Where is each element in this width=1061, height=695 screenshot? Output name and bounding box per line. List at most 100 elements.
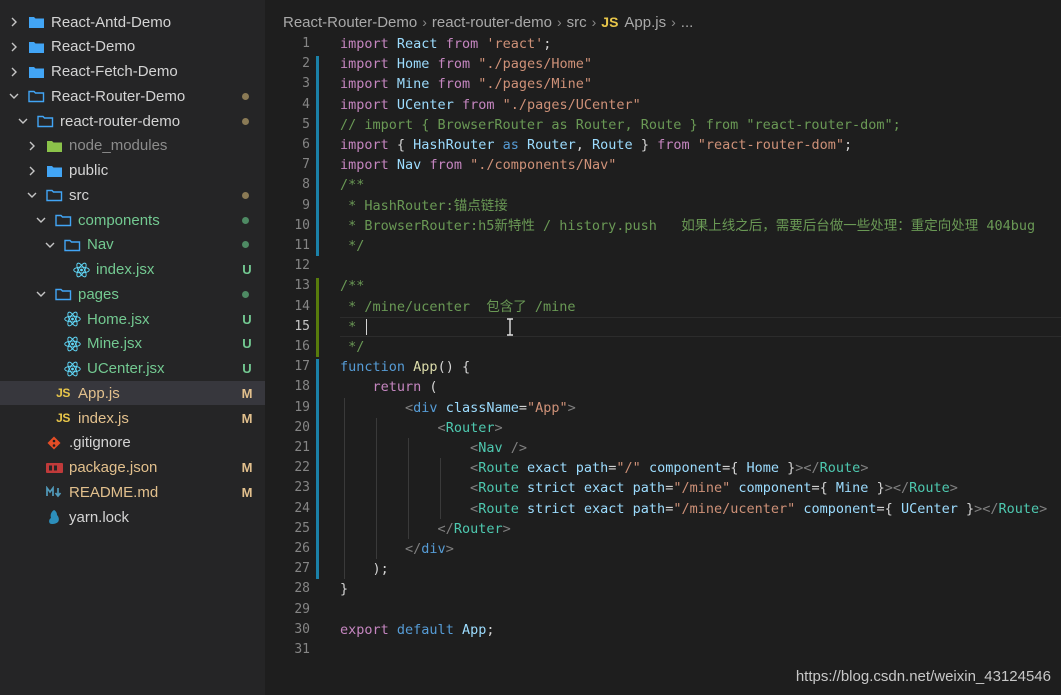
tree-item[interactable]: package.json M: [0, 456, 265, 480]
folder-icon: [45, 163, 63, 179]
breadcrumb-item[interactable]: src: [567, 14, 587, 31]
chevron-down-icon[interactable]: [36, 289, 46, 299]
breadcrumb-more[interactable]: ...: [681, 14, 694, 31]
code-line[interactable]: export default App;: [340, 620, 495, 640]
code-line[interactable]: function App() {: [340, 357, 470, 377]
code-line[interactable]: /**: [340, 175, 364, 195]
code-line[interactable]: */: [340, 236, 364, 256]
code-line[interactable]: import { HashRouter as Router, Route } f…: [340, 135, 852, 155]
code-line[interactable]: <Route strict exact path="/mine" compone…: [340, 478, 958, 498]
code-line[interactable]: */: [340, 337, 364, 357]
npm-file-icon: [45, 460, 63, 476]
code-line[interactable]: * BrowserRouter:h5新特性 / history.push 如果上…: [340, 216, 1035, 236]
modified-dot-icon: [242, 216, 249, 224]
tree-item[interactable]: README.md M: [0, 480, 265, 504]
tree-item-label: package.json: [69, 459, 158, 476]
code-line[interactable]: }: [340, 579, 348, 599]
chevron-down-icon[interactable]: [36, 215, 46, 225]
chevron-right-icon[interactable]: [9, 67, 19, 77]
chevron-right-icon: ›: [671, 14, 676, 30]
tree-item[interactable]: public: [0, 159, 265, 183]
folder-icon: [36, 113, 54, 129]
code-line[interactable]: <Route exact path="/" component={ Home }…: [340, 458, 868, 478]
code-line[interactable]: return (: [340, 377, 438, 397]
chevron-right-icon: ›: [422, 14, 427, 30]
code-line[interactable]: <Router>: [340, 418, 503, 438]
tree-item-label: App.js: [78, 384, 120, 402]
tree-item[interactable]: React-Fetch-Demo: [0, 60, 265, 84]
folder-icon: [27, 64, 45, 80]
line-number: 22: [294, 460, 310, 476]
breadcrumb-item[interactable]: React-Router-Demo: [283, 14, 417, 31]
explorer-sidebar: React-Antd-Demo React-Demo React-Fetch-Dem…: [0, 0, 265, 695]
tree-item[interactable]: pages: [0, 282, 265, 306]
code-line[interactable]: import Mine from "./pages/Mine": [340, 74, 592, 94]
tree-item[interactable]: Mine.jsx U: [0, 332, 265, 356]
tree-item[interactable]: react-router-demo: [0, 109, 265, 133]
line-number: 15: [294, 318, 310, 334]
code-line[interactable]: // import { BrowserRouter as Router, Rou…: [340, 115, 901, 135]
code-line[interactable]: /**: [340, 276, 364, 296]
code-line[interactable]: import Nav from "./components/Nav": [340, 155, 616, 175]
breadcrumb: React-Router-Demo › react-router-demo › …: [283, 12, 693, 32]
tree-item-label: Nav: [87, 236, 114, 254]
chevron-down-icon[interactable]: [45, 240, 55, 250]
chevron-down-icon[interactable]: [9, 91, 19, 101]
watermark: https://blog.csdn.net/weixin_43124546: [795, 668, 1051, 685]
chevron-right-icon[interactable]: [27, 166, 37, 176]
code-line[interactable]: <Nav />: [340, 438, 527, 458]
chevron-right-icon[interactable]: [27, 141, 37, 151]
tree-item[interactable]: Home.jsx U: [0, 307, 265, 331]
code-line[interactable]: </Router>: [340, 519, 511, 539]
chevron-down-icon[interactable]: [27, 190, 37, 200]
tree-item[interactable]: UCenter.jsx U: [0, 357, 265, 381]
tree-item[interactable]: React-Antd-Demo: [0, 10, 265, 34]
code-line[interactable]: );: [340, 559, 389, 579]
chevron-right-icon[interactable]: [9, 42, 19, 52]
tree-item[interactable]: components: [0, 208, 265, 232]
tree-item-label: index.js: [78, 409, 129, 427]
line-number: 10: [294, 217, 310, 233]
code-editor[interactable]: import React from 'react'; import Home fr…: [340, 34, 1060, 674]
tree-item[interactable]: index.jsx U: [0, 258, 265, 282]
tree-item-label: node_modules: [69, 137, 168, 155]
tree-item[interactable]: React-Router-Demo: [0, 84, 265, 108]
line-number: 14: [294, 298, 310, 314]
chevron-right-icon[interactable]: [9, 17, 19, 27]
code-line[interactable]: import React from 'react';: [340, 34, 551, 54]
folder-icon: [27, 39, 45, 55]
react-file-icon: [63, 361, 81, 377]
tree-item[interactable]: React-Demo: [0, 35, 265, 59]
line-number: 25: [294, 520, 310, 536]
tree-item[interactable]: Nav: [0, 233, 265, 257]
code-line[interactable]: * /mine/ucenter 包含了 /mine: [340, 297, 575, 317]
code-line[interactable]: </div>: [340, 539, 454, 559]
code-line[interactable]: <div className="App">: [340, 398, 576, 418]
line-number: 1: [302, 36, 310, 51]
tree-item[interactable]: JS App.js M: [0, 381, 265, 406]
tree-item[interactable]: .gitignore: [0, 431, 265, 455]
line-number: 5: [302, 116, 310, 132]
code-line[interactable]: * HashRouter:锚点链接: [340, 196, 508, 216]
tree-item-label: React-Fetch-Demo: [51, 63, 178, 80]
indent-guide: [440, 458, 441, 519]
line-number: 6: [302, 137, 310, 152]
git-status-badge: U: [242, 336, 252, 352]
code-line[interactable]: import UCenter from "./pages/UCenter": [340, 95, 641, 115]
line-number: 2: [302, 56, 310, 72]
indent-guide: [408, 438, 409, 539]
tree-item[interactable]: src: [0, 183, 265, 207]
tree-item-label: React-Router-Demo: [51, 87, 186, 105]
git-status-badge: M: [241, 410, 253, 426]
code-line[interactable]: import Home from "./pages/Home": [340, 54, 592, 74]
breadcrumb-file[interactable]: App.js: [624, 14, 666, 31]
chevron-down-icon[interactable]: [18, 116, 28, 126]
tree-item[interactable]: node_modules: [0, 134, 265, 158]
code-line[interactable]: <Route strict exact path="/mine/ucenter"…: [340, 499, 1047, 519]
breadcrumb-item[interactable]: react-router-demo: [432, 14, 552, 31]
modified-dot-icon: [242, 117, 249, 125]
tree-item[interactable]: yarn.lock: [0, 505, 265, 529]
tree-item-label: README.md: [69, 483, 159, 501]
tree-item[interactable]: JS index.js M: [0, 406, 265, 430]
folder-icon: [27, 88, 45, 104]
